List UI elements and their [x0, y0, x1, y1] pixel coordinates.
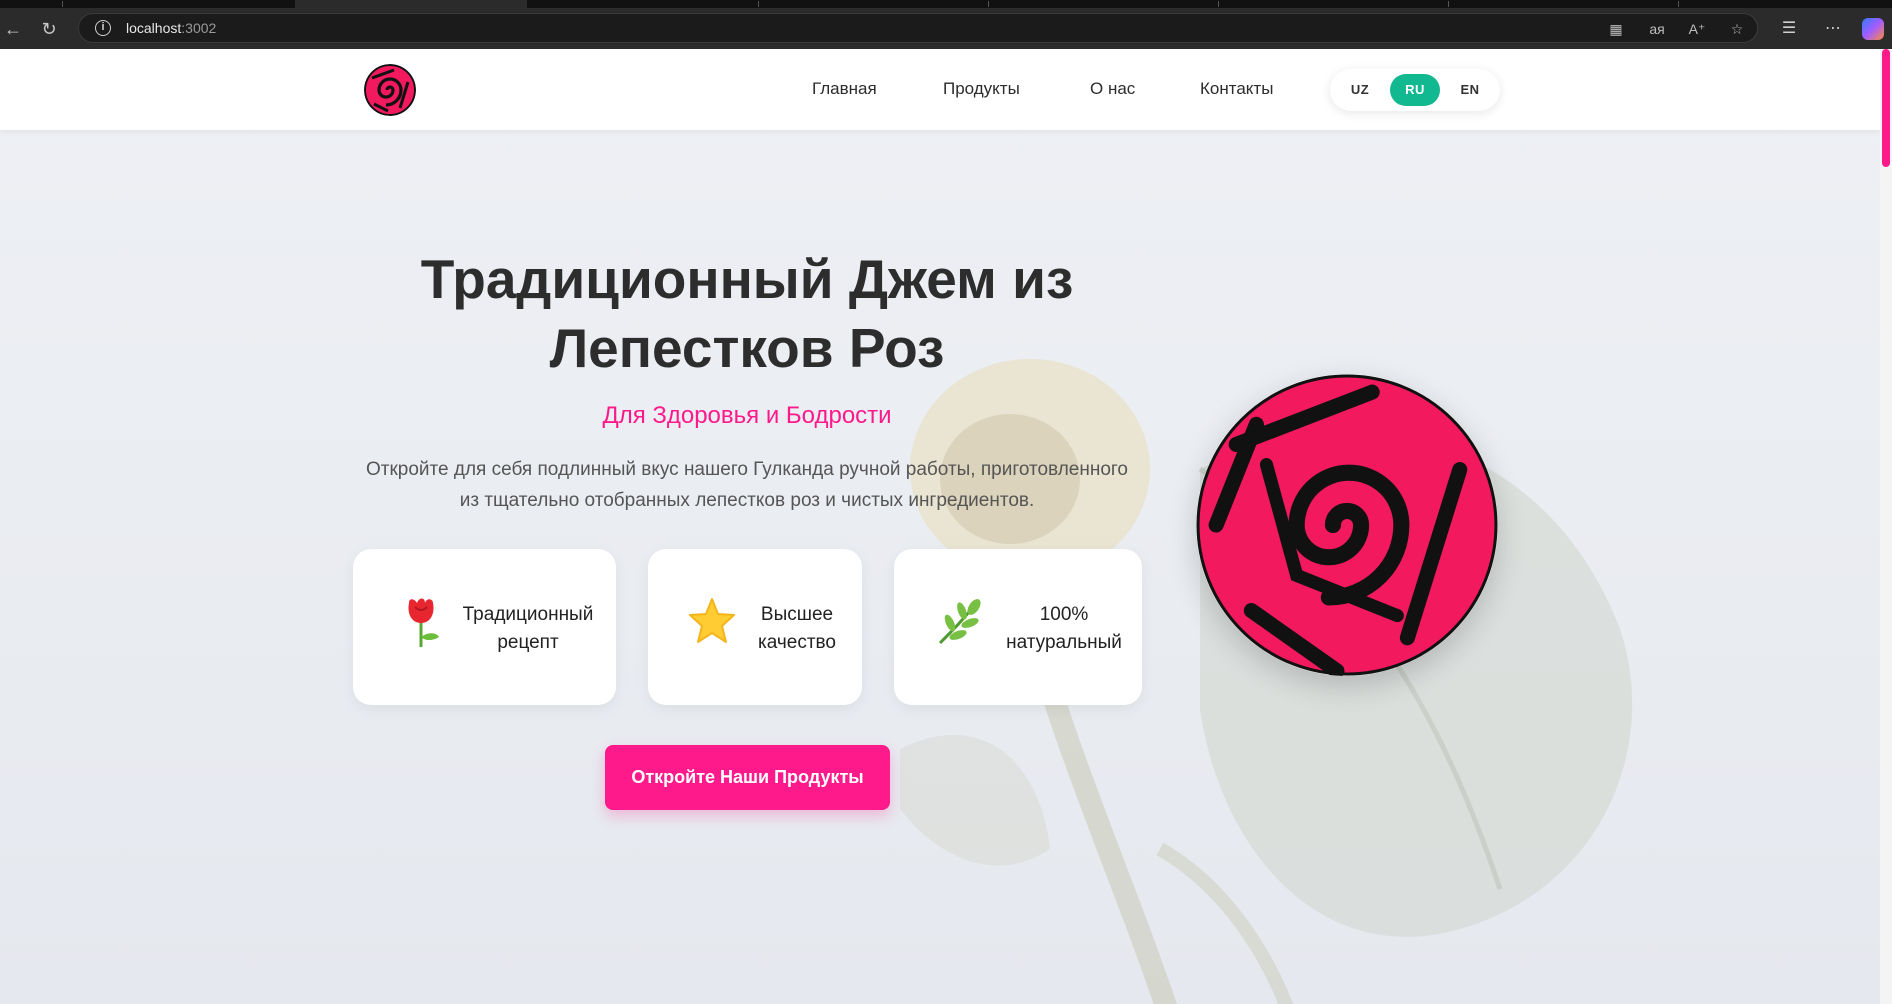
more-icon[interactable]: ⋯ [1822, 18, 1844, 40]
favorite-star-icon[interactable]: ☆ [1727, 19, 1747, 39]
hero-description-line1: Откройте для себя подлинный вкус нашего … [366, 459, 1128, 480]
reload-icon[interactable]: ↻ [36, 16, 62, 42]
translate-icon[interactable]: ая [1647, 19, 1667, 39]
tab-separator [1678, 1, 1679, 7]
feature-recipe-line1: Традиционный [462, 604, 594, 625]
feature-quality-text: Высшее качество [744, 601, 850, 657]
hero-description-line2: из тщательно отобранных лепестков роз и … [459, 490, 1035, 511]
hero-title: Традиционный Джем из Лепестков Роз [352, 245, 1142, 383]
apps-icon[interactable]: ▦ [1606, 19, 1626, 39]
language-switcher: UZ RU EN [1330, 69, 1500, 111]
feature-natural-text: 100% натуральный [994, 601, 1134, 657]
hero-title-line2: Лепестков Роз [549, 317, 945, 379]
brand-logo[interactable] [364, 64, 416, 116]
browser-top-bar: ← ↻ i localhost:3002 ▦ ая A⁺ ☆ ☰ ⋯ [0, 0, 1892, 49]
page-viewport: Главная Продукты О нас Контакты UZ RU EN… [0, 49, 1880, 1004]
feature-recipe-text: Традиционный рецепт [453, 601, 603, 657]
back-icon[interactable]: ← [0, 16, 26, 42]
explore-products-button[interactable]: Откройте Наши Продукты [605, 745, 890, 810]
tab-separator [988, 1, 989, 7]
hero-description: Откройте для себя подлинный вкус нашего … [352, 454, 1142, 516]
lang-en-button[interactable]: EN [1445, 74, 1495, 106]
site-header: Главная Продукты О нас Контакты UZ RU EN [0, 49, 1880, 130]
feature-natural-line1: 100% [1039, 604, 1089, 625]
copilot-icon[interactable] [1862, 18, 1884, 40]
hero-brand-logo [1196, 374, 1498, 676]
tab-separator [1448, 1, 1449, 7]
browser-toolbar: ← ↻ i localhost:3002 ▦ ая A⁺ ☆ ☰ ⋯ [0, 8, 1892, 49]
feature-recipe-line2: рецепт [497, 632, 559, 653]
feature-quality-line1: Высшее [760, 604, 834, 625]
nav-home[interactable]: Главная [812, 79, 877, 99]
feature-natural-line2: натуральный [1006, 632, 1122, 653]
tab-separator [758, 1, 759, 7]
active-tab[interactable] [295, 0, 527, 8]
nav-products[interactable]: Продукты [943, 79, 1020, 99]
rose-icon [408, 598, 439, 647]
favorites-icon[interactable]: ☰ [1778, 18, 1800, 40]
tab-separator [62, 1, 63, 7]
lang-uz-button[interactable]: UZ [1335, 74, 1385, 106]
star-icon [689, 598, 735, 643]
feature-quality-line2: качество [758, 632, 836, 653]
tab-strip [0, 0, 1892, 8]
tab-separator [1218, 1, 1219, 7]
hero-subtitle: Для Здоровья и Бодрости [602, 402, 892, 429]
feature-card-recipe: Традиционный рецепт [353, 549, 616, 705]
info-icon[interactable]: i [95, 20, 111, 36]
nav-contacts[interactable]: Контакты [1200, 79, 1273, 99]
scrollbar-thumb[interactable] [1882, 49, 1890, 167]
page-scrollbar[interactable] [1880, 49, 1892, 1004]
read-aloud-icon[interactable]: A⁺ [1687, 19, 1707, 39]
feature-card-quality: Высшее качество [648, 549, 862, 705]
hero-title-line1: Традиционный Джем из [420, 248, 1074, 310]
lang-ru-button[interactable]: RU [1390, 74, 1440, 106]
feature-card-natural: 100% натуральный [894, 549, 1142, 705]
address-bar[interactable]: i localhost:3002 ▦ ая A⁺ ☆ [78, 13, 1758, 43]
url-text[interactable]: localhost:3002 [126, 20, 216, 36]
leaf-icon [938, 599, 981, 645]
nav-about[interactable]: О нас [1090, 79, 1135, 99]
